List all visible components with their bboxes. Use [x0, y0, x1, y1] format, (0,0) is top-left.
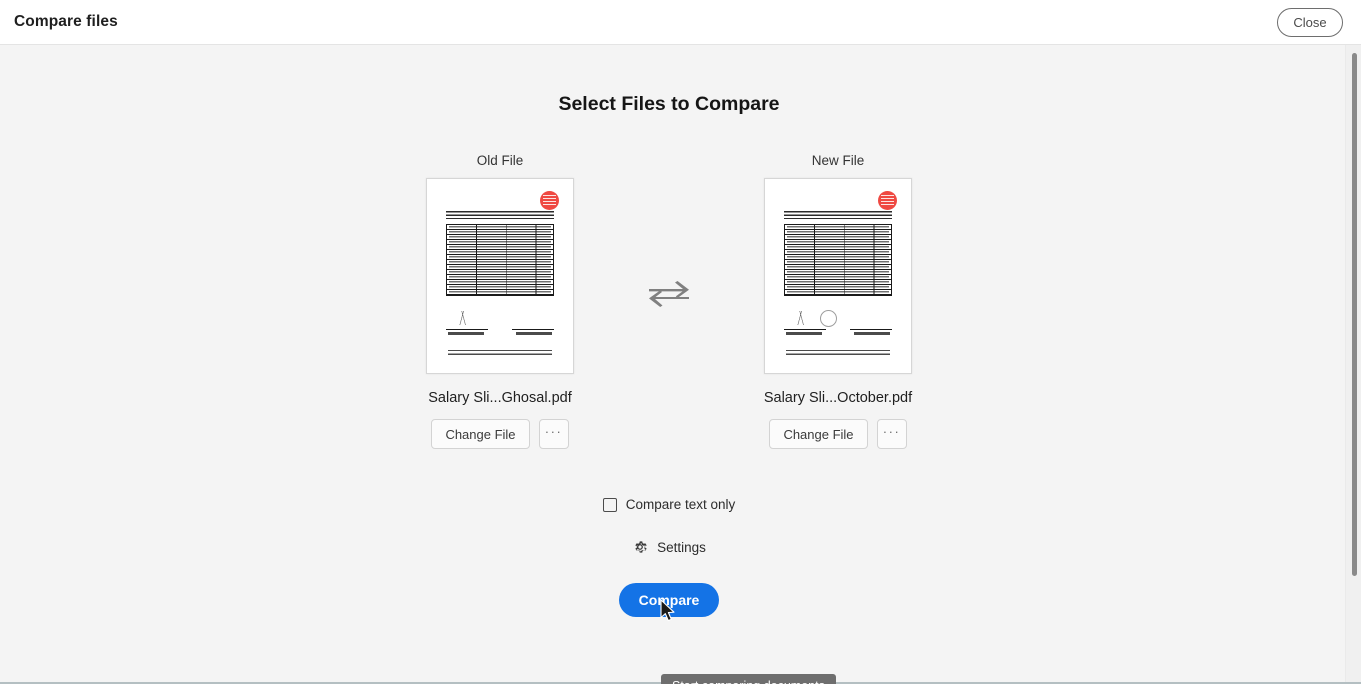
company-seal-icon — [820, 310, 837, 327]
compare-text-only-label[interactable]: Compare text only — [626, 497, 736, 512]
more-options-button-old[interactable]: ··· — [539, 419, 569, 449]
close-button[interactable]: Close — [1277, 8, 1343, 37]
compare-button-row: Compare — [0, 583, 1338, 617]
old-file-name: Salary Sli...Ghosal.pdf — [428, 390, 571, 406]
settings-label[interactable]: Settings — [657, 540, 706, 555]
signature-mark — [786, 311, 820, 325]
gear-icon[interactable] — [632, 539, 648, 555]
file-selection-row: Old File — [0, 153, 1338, 449]
new-file-actions: Change File ··· — [769, 419, 906, 449]
old-file-thumbnail[interactable] — [426, 178, 574, 374]
signature-caption-right — [516, 332, 552, 335]
compare-text-only-row: Compare text only — [0, 497, 1338, 512]
select-files-heading: Select Files to Compare — [0, 93, 1338, 116]
document-preview — [776, 189, 900, 363]
more-options-button-new[interactable]: ··· — [877, 419, 907, 449]
compare-panel: Select Files to Compare Old File — [0, 45, 1338, 684]
paid-stamp-icon — [878, 191, 897, 210]
paid-stamp-icon — [540, 191, 559, 210]
signature-line-right — [850, 329, 892, 330]
document-header-lines — [446, 211, 554, 221]
signature-caption-right — [854, 332, 890, 335]
compare-button[interactable]: Compare — [619, 583, 720, 617]
dialog-content: Select Files to Compare Old File — [0, 45, 1361, 684]
old-file-column: Old File — [365, 153, 635, 449]
document-table — [784, 224, 892, 296]
settings-row: Settings — [0, 539, 1338, 555]
signature-caption-left — [448, 332, 484, 335]
vertical-scrollbar-thumb[interactable] — [1352, 53, 1357, 576]
document-table — [446, 224, 554, 296]
change-file-button-new[interactable]: Change File — [769, 419, 867, 449]
swap-files-column — [635, 153, 703, 307]
signature-line-right — [512, 329, 554, 330]
new-file-label: New File — [812, 153, 865, 168]
page-title: Compare files — [14, 13, 118, 31]
signature-caption-left — [786, 332, 822, 335]
swap-horizontal-arrows-icon[interactable] — [647, 281, 691, 307]
document-header-lines — [784, 211, 892, 221]
dialog-header: Compare files Close — [0, 0, 1361, 45]
signature-line-left — [446, 329, 488, 330]
document-footer-lines — [786, 350, 890, 357]
new-file-column: New File — [703, 153, 973, 449]
compare-files-dialog: Compare files Close Select Files to Comp… — [0, 0, 1361, 684]
document-preview — [438, 189, 562, 363]
vertical-scrollbar-track[interactable] — [1345, 45, 1361, 682]
signature-line-left — [784, 329, 826, 330]
new-file-thumbnail[interactable] — [764, 178, 912, 374]
signature-mark — [448, 311, 482, 325]
old-file-label: Old File — [477, 153, 524, 168]
old-file-actions: Change File ··· — [431, 419, 568, 449]
new-file-name: Salary Sli...October.pdf — [764, 390, 912, 406]
change-file-button-old[interactable]: Change File — [431, 419, 529, 449]
compare-text-only-checkbox[interactable] — [603, 498, 617, 512]
document-footer-lines — [448, 350, 552, 357]
